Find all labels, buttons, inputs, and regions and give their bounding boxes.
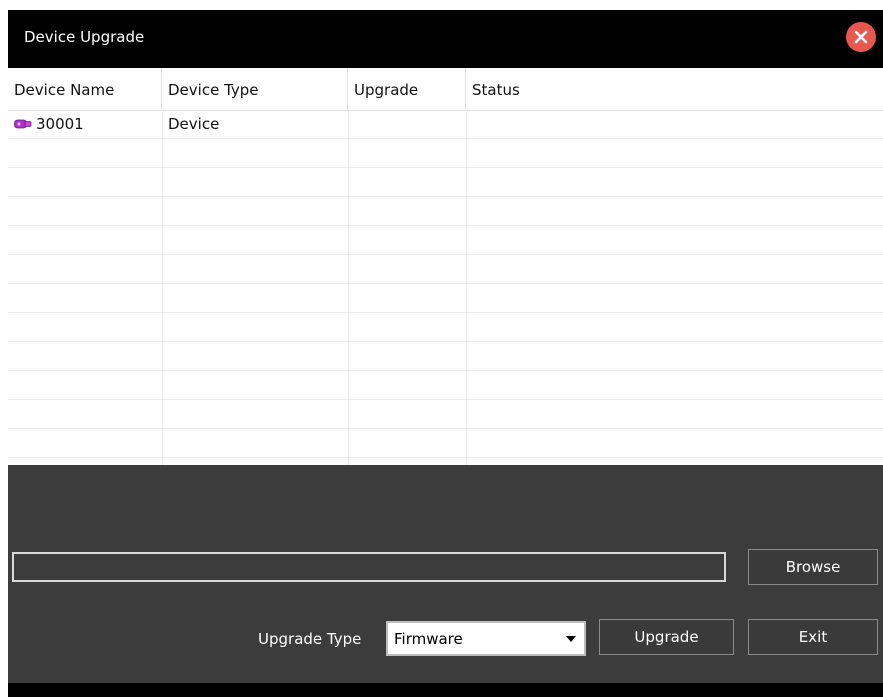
dropdown-arrow-icon xyxy=(566,636,576,642)
empty-row xyxy=(8,342,883,371)
exit-button[interactable]: Exit xyxy=(748,619,878,655)
title-bar: Device Upgrade xyxy=(8,10,883,68)
device-type-cell: Device xyxy=(168,115,220,133)
empty-row xyxy=(8,284,883,313)
table-body: 30001 Device xyxy=(8,110,883,465)
upgrade-type-select[interactable]: Firmware xyxy=(386,621,586,656)
device-table: Device Name Device Type Upgrade Status 3… xyxy=(8,68,883,465)
firmware-file-path-input[interactable] xyxy=(12,552,726,582)
status-cell xyxy=(466,110,883,138)
empty-row xyxy=(8,168,883,197)
column-header-device-name[interactable]: Device Name xyxy=(8,68,162,110)
camera-device-icon xyxy=(14,119,32,128)
column-header-upgrade[interactable]: Upgrade xyxy=(348,68,466,110)
upgrade-controls-panel: Browse Upgrade Type Firmware Upgrade Exi… xyxy=(8,465,883,683)
column-header-device-type[interactable]: Device Type xyxy=(162,68,348,110)
upgrade-cell xyxy=(348,110,466,138)
column-header-status[interactable]: Status xyxy=(466,68,883,110)
column-divider xyxy=(466,110,467,465)
empty-row xyxy=(8,371,883,400)
empty-row xyxy=(8,255,883,284)
upgrade-type-label: Upgrade Type xyxy=(258,630,362,648)
device-name-cell: 30001 xyxy=(8,110,162,138)
close-button[interactable] xyxy=(846,22,876,52)
column-divider xyxy=(162,110,163,465)
close-icon xyxy=(854,30,868,44)
device-name: 30001 xyxy=(36,115,84,133)
device-upgrade-dialog: Device Upgrade Device Name Device Type U… xyxy=(8,10,883,697)
empty-row xyxy=(8,400,883,429)
table-header: Device Name Device Type Upgrade Status xyxy=(8,68,883,111)
empty-row xyxy=(8,139,883,168)
empty-row xyxy=(8,197,883,226)
empty-row xyxy=(8,313,883,342)
column-divider xyxy=(348,110,349,465)
table-row[interactable]: 30001 Device xyxy=(8,110,883,139)
bottom-border xyxy=(8,683,883,697)
empty-row xyxy=(8,226,883,255)
browse-button[interactable]: Browse xyxy=(748,549,878,585)
upgrade-type-value: Firmware xyxy=(394,630,463,648)
upgrade-button[interactable]: Upgrade xyxy=(599,619,734,655)
empty-row xyxy=(8,429,883,458)
dialog-title: Device Upgrade xyxy=(24,28,145,46)
